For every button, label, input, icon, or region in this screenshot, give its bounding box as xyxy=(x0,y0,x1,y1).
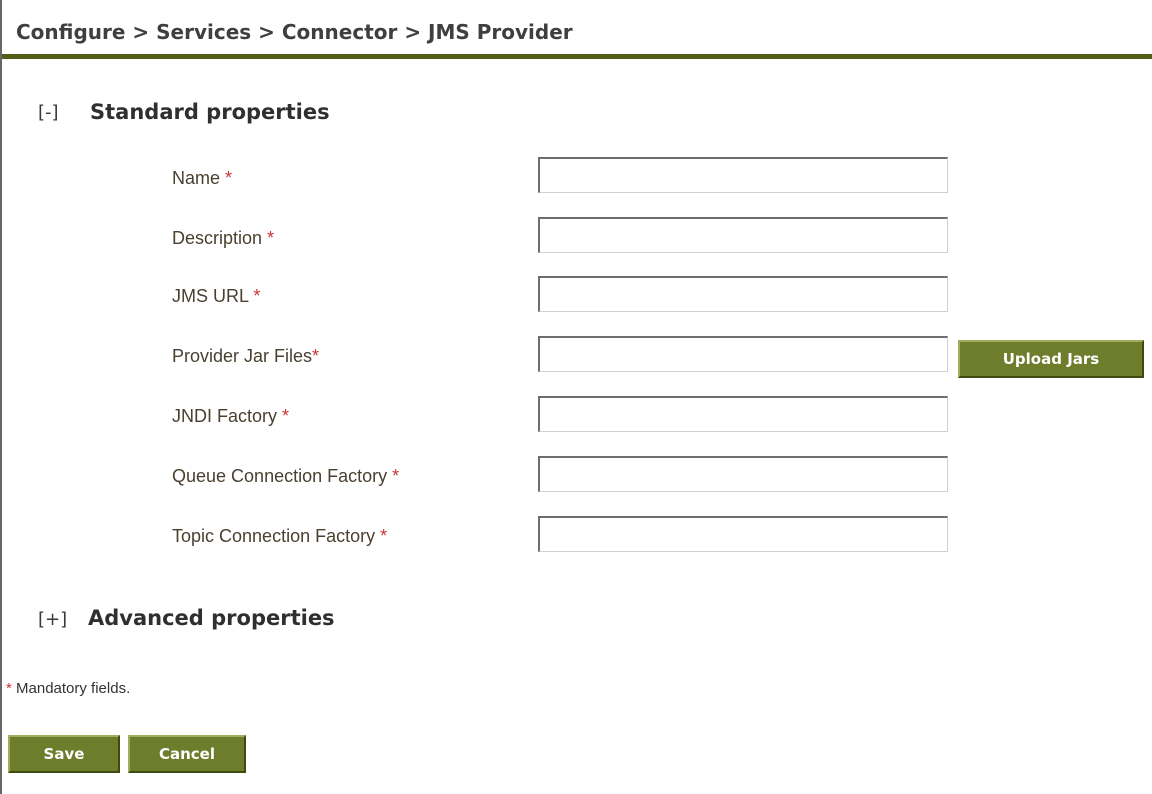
jndi-factory-label-text: JNDI Factory xyxy=(172,406,283,426)
jms-url-label: JMS URL * xyxy=(172,286,260,307)
jndi-factory-label: JNDI Factory * xyxy=(172,406,289,427)
jndi-factory-required-mark: * xyxy=(282,406,290,426)
name-input[interactable] xyxy=(538,157,948,193)
header-divider xyxy=(2,54,1152,59)
jms-url-input[interactable] xyxy=(538,276,948,312)
description-label-text: Description xyxy=(172,228,268,248)
save-button[interactable]: Save xyxy=(8,735,120,773)
description-required-mark: * xyxy=(267,228,275,248)
topic-connection-factory-label: Topic Connection Factory * xyxy=(172,526,387,547)
provider-jar-files-required-mark: * xyxy=(312,346,320,366)
jms-provider-page: Configure > Services > Connector > JMS P… xyxy=(0,0,1152,794)
jms-url-label-text: JMS URL xyxy=(172,286,254,306)
advanced-properties-toggle[interactable]: [+] xyxy=(38,609,67,630)
topic-connection-factory-label-text: Topic Connection Factory xyxy=(172,526,381,546)
mandatory-note-text: Mandatory fields. xyxy=(11,680,131,697)
queue-connection-factory-label-text: Queue Connection Factory xyxy=(172,466,393,486)
topic-connection-factory-input[interactable] xyxy=(538,516,948,552)
cancel-button[interactable]: Cancel xyxy=(128,735,246,773)
name-label-text: Name xyxy=(172,168,226,188)
upload-jars-button[interactable]: Upload Jars xyxy=(958,340,1144,378)
jndi-factory-input[interactable] xyxy=(538,396,948,432)
mandatory-fields-note: * Mandatory fields. xyxy=(6,680,130,697)
queue-connection-factory-label: Queue Connection Factory * xyxy=(172,466,399,487)
provider-jar-files-label: Provider Jar Files* xyxy=(172,346,319,367)
queue-connection-factory-input[interactable] xyxy=(538,456,948,492)
description-input[interactable] xyxy=(538,217,948,253)
breadcrumb: Configure > Services > Connector > JMS P… xyxy=(16,20,573,44)
provider-jar-files-label-text: Provider Jar Files xyxy=(172,346,313,366)
topic-connection-factory-required-mark: * xyxy=(380,526,388,546)
advanced-properties-title: Advanced properties xyxy=(88,606,335,630)
queue-connection-factory-required-mark: * xyxy=(392,466,400,486)
jms-url-required-mark: * xyxy=(253,286,261,306)
provider-jar-files-input[interactable] xyxy=(538,336,948,372)
standard-properties-title: Standard properties xyxy=(90,100,330,124)
name-label: Name * xyxy=(172,168,232,189)
standard-properties-toggle[interactable]: [-] xyxy=(38,102,59,123)
description-label: Description * xyxy=(172,228,274,249)
name-required-mark: * xyxy=(225,168,233,188)
